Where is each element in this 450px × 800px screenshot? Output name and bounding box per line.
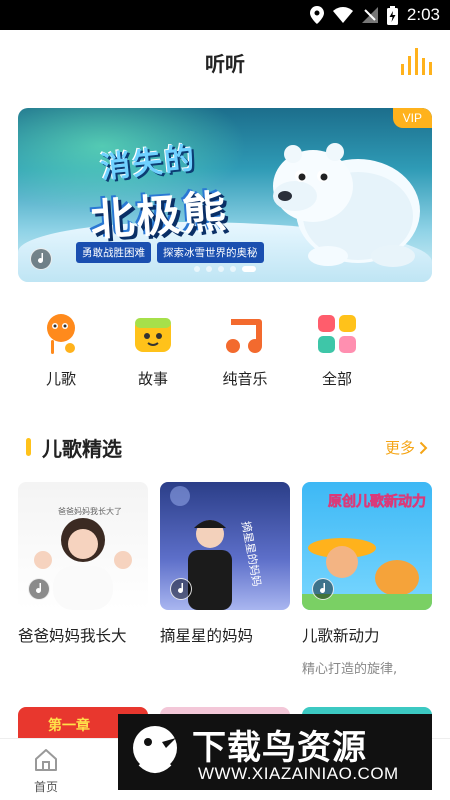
category-label: 儿歌 [45,370,76,388]
album-card[interactable]: 爸爸妈妈我长大了 爸爸妈妈我长大 [18,482,148,646]
banner-tag: 探索冰雪世界的奥秘 [157,242,264,263]
app-header: 听听 [0,30,450,92]
banner-title-line2: 北极熊 [88,186,230,247]
watermark-url: WWW.XIAZAINIAO.COM [198,764,399,783]
page-dot[interactable] [206,266,212,272]
featured-banner[interactable]: 消失的 北极熊 勇敢战胜困难 探索冰雪世界的奥秘 VIP [18,108,432,282]
category-row: 儿歌 故事 纯音乐 全部 [20,312,430,392]
polar-bear-illustration [273,143,420,267]
music-note-icon [226,319,262,353]
battery-charging-icon [386,5,398,25]
all-grid-icon [318,315,356,353]
bird-logo-icon [133,726,177,773]
kids-song-icon [47,314,75,354]
category-label: 故事 [137,370,168,388]
status-bar: 2:03 [0,0,450,30]
category-label: 全部 [321,370,352,388]
cover-caption: 原创儿歌新动力 [328,493,426,510]
chevron-right-icon [419,441,428,454]
nav-home-label: 首页 [33,780,58,794]
album-card[interactable]: 原创儿歌新动力 儿歌新动力 精心打造的旋律, [302,482,432,677]
more-link[interactable]: 更多 [385,437,428,458]
location-icon [309,6,324,24]
cover-caption: 摘星星的妈妈 [239,520,264,587]
home-icon [35,749,57,771]
more-label: 更多 [384,439,415,457]
section-header: 儿歌精选 更多 [0,430,450,462]
album-title: 儿歌新动力 [302,627,380,645]
banner-tags: 勇敢战胜困难 探索冰雪世界的奥秘 [76,242,264,263]
album-card[interactable]: 摘星星的妈妈 摘星星的妈妈 [160,482,290,646]
page-dot-active[interactable] [242,266,256,272]
category-label: 纯音乐 [222,370,268,388]
no-signal-icon [361,7,378,23]
clock: 2:03 [406,5,440,24]
page-dot[interactable] [194,266,200,272]
album-cover-text: 第一章 [48,718,90,734]
album-title: 爸爸妈妈我长大 [18,627,127,645]
equalizer-icon[interactable] [400,44,432,76]
wifi-icon [332,7,353,23]
cover-caption: 爸爸妈妈我长大了 [58,506,122,516]
banner-tag: 勇敢战胜困难 [76,242,151,263]
category-kids-songs[interactable]: 儿歌 [20,312,102,392]
album-list: 爸爸妈妈我长大了 爸爸妈妈我长大 摘星星的妈妈 摘星星的妈妈 原创儿歌新动力 儿… [18,482,432,692]
page-dot[interactable] [230,266,236,272]
section-accent-bar [26,438,31,456]
album-title: 摘星星的妈妈 [160,627,254,645]
play-icon[interactable] [170,578,192,600]
album-cover: 爸爸妈妈我长大了 [18,482,148,610]
category-stories[interactable]: 故事 [112,312,194,392]
nav-home[interactable]: 首页 [22,747,70,795]
play-icon[interactable] [28,578,50,600]
album-description: 精心打造的旋律, [302,662,398,677]
play-icon[interactable] [312,578,334,600]
category-all[interactable]: 全部 [296,312,378,392]
watermark-text: 下载鸟资源 [192,728,367,768]
page-dot[interactable] [218,266,224,272]
watermark: 下载鸟资源 WWW.XIAZAINIAO.COM [118,714,432,790]
section-title: 儿歌精选 [42,437,122,461]
category-pure-music[interactable]: 纯音乐 [204,312,286,392]
album-cover: 原创儿歌新动力 [302,482,432,610]
banner-pagination [18,266,432,272]
story-icon [135,318,171,352]
page-title: 听听 [205,52,245,76]
album-cover: 摘星星的妈妈 [160,482,290,610]
vip-badge: VIP [392,108,432,128]
